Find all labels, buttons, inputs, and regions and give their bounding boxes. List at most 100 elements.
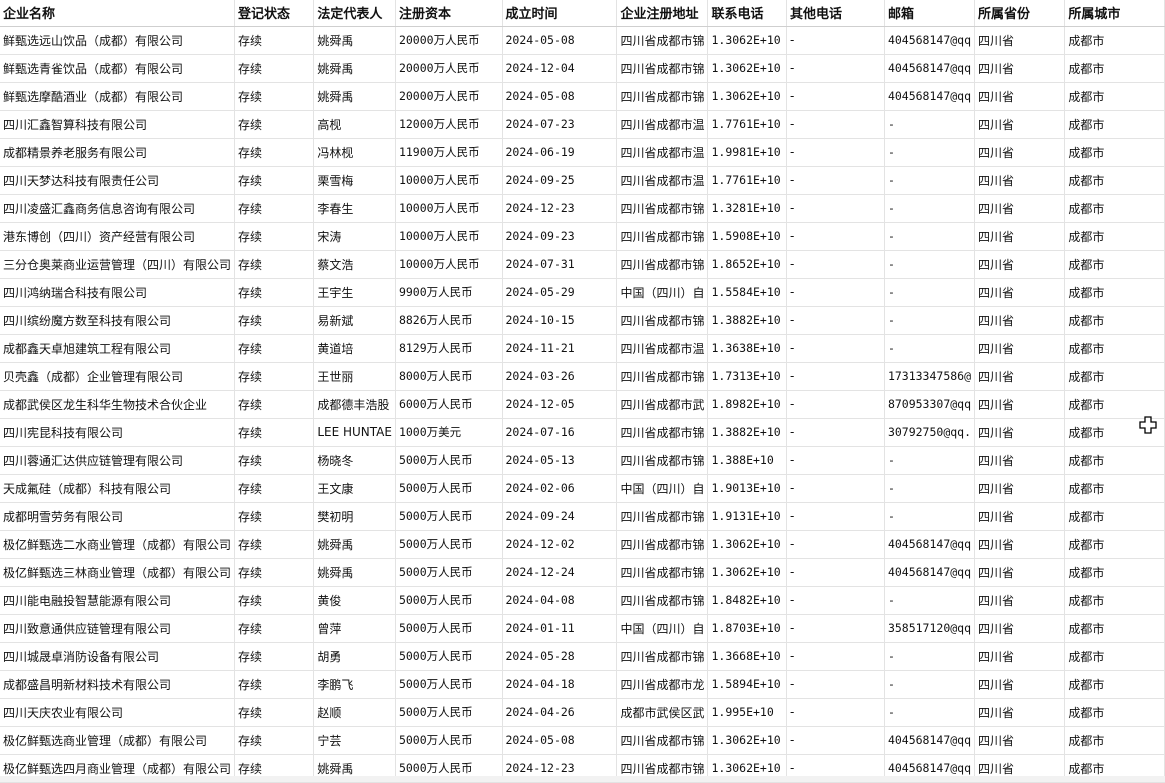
city-cell[interactable]: 成都市 [1064, 474, 1165, 503]
founded-date-cell[interactable]: 2024-05-29 [502, 278, 618, 307]
founded-date-cell[interactable]: 2024-12-02 [502, 530, 618, 559]
phone-cell[interactable]: 1.3882E+10 [707, 418, 788, 447]
email-cell[interactable]: 404568147@qq [884, 530, 976, 559]
company-name-cell[interactable]: 四川缤纷魔方数至科技有限公司 [0, 306, 236, 335]
capital-cell[interactable]: 10000万人民币 [395, 222, 503, 251]
company-name-cell[interactable]: 四川致意通供应链管理有限公司 [0, 614, 236, 643]
city-cell[interactable]: 成都市 [1064, 614, 1165, 643]
email-cell[interactable]: - [884, 110, 976, 139]
phone-cell[interactable]: 1.3062E+10 [707, 726, 788, 755]
column-header[interactable]: 邮箱 [884, 0, 976, 27]
capital-cell[interactable]: 5000万人民币 [395, 726, 503, 755]
province-cell[interactable]: 四川省 [974, 250, 1066, 279]
company-name-cell[interactable]: 四川凌盛汇鑫商务信息咨询有限公司 [0, 194, 236, 223]
phone-cell[interactable]: 1.8703E+10 [707, 614, 788, 643]
city-cell[interactable]: 成都市 [1064, 222, 1165, 251]
company-name-cell[interactable]: 极亿鲜甄选三林商业管理（成都）有限公司 [0, 558, 236, 587]
phone-cell[interactable]: 1.3668E+10 [707, 642, 788, 671]
other-phone-cell[interactable]: - [786, 82, 885, 111]
column-header[interactable]: 法定代表人 [313, 0, 396, 27]
city-cell[interactable]: 成都市 [1064, 558, 1165, 587]
other-phone-cell[interactable]: - [786, 726, 885, 755]
status-cell[interactable]: 存续 [234, 446, 315, 475]
column-header[interactable]: 联系电话 [707, 0, 788, 27]
founded-date-cell[interactable]: 2024-12-24 [502, 558, 618, 587]
legal-rep-cell[interactable]: LEE HUNTAE [313, 418, 396, 447]
address-cell[interactable]: 四川省成都市温 [616, 138, 709, 167]
city-cell[interactable]: 成都市 [1064, 166, 1165, 195]
legal-rep-cell[interactable]: 栗雪梅 [313, 166, 396, 195]
column-header[interactable]: 企业名称 [0, 0, 236, 27]
phone-cell[interactable]: 1.9981E+10 [707, 138, 788, 167]
legal-rep-cell[interactable]: 姚舜禹 [313, 558, 396, 587]
company-name-cell[interactable]: 四川城晟卓消防设备有限公司 [0, 642, 236, 671]
status-cell[interactable]: 存续 [234, 26, 315, 55]
other-phone-cell[interactable]: - [786, 418, 885, 447]
province-cell[interactable]: 四川省 [974, 194, 1066, 223]
legal-rep-cell[interactable]: 赵顺 [313, 698, 396, 727]
email-cell[interactable]: 404568147@qq [884, 54, 976, 83]
phone-cell[interactable]: 1.7761E+10 [707, 110, 788, 139]
other-phone-cell[interactable]: - [786, 138, 885, 167]
city-cell[interactable]: 成都市 [1064, 698, 1165, 727]
status-cell[interactable]: 存续 [234, 558, 315, 587]
capital-cell[interactable]: 10000万人民币 [395, 250, 503, 279]
city-cell[interactable]: 成都市 [1064, 82, 1165, 111]
other-phone-cell[interactable]: - [786, 110, 885, 139]
other-phone-cell[interactable]: - [786, 502, 885, 531]
province-cell[interactable]: 四川省 [974, 418, 1066, 447]
founded-date-cell[interactable]: 2024-12-04 [502, 54, 618, 83]
province-cell[interactable]: 四川省 [974, 502, 1066, 531]
address-cell[interactable]: 四川省成都市温 [616, 110, 709, 139]
capital-cell[interactable]: 5000万人民币 [395, 530, 503, 559]
other-phone-cell[interactable]: - [786, 642, 885, 671]
address-cell[interactable]: 四川省成都市锦 [616, 726, 709, 755]
column-header[interactable]: 成立时间 [502, 0, 618, 27]
phone-cell[interactable]: 1.8482E+10 [707, 586, 788, 615]
capital-cell[interactable]: 10000万人民币 [395, 194, 503, 223]
legal-rep-cell[interactable]: 王宇生 [313, 278, 396, 307]
capital-cell[interactable]: 20000万人民币 [395, 26, 503, 55]
phone-cell[interactable]: 1.7313E+10 [707, 362, 788, 391]
capital-cell[interactable]: 5000万人民币 [395, 558, 503, 587]
status-cell[interactable]: 存续 [234, 474, 315, 503]
founded-date-cell[interactable]: 2024-04-08 [502, 586, 618, 615]
company-name-cell[interactable]: 四川宪昆科技有限公司 [0, 418, 236, 447]
column-header[interactable]: 其他电话 [786, 0, 885, 27]
status-cell[interactable]: 存续 [234, 670, 315, 699]
status-cell[interactable]: 存续 [234, 306, 315, 335]
company-name-cell[interactable]: 四川天庆农业有限公司 [0, 698, 236, 727]
city-cell[interactable]: 成都市 [1064, 250, 1165, 279]
province-cell[interactable]: 四川省 [974, 362, 1066, 391]
city-cell[interactable]: 成都市 [1064, 306, 1165, 335]
column-header[interactable]: 登记状态 [234, 0, 315, 27]
legal-rep-cell[interactable]: 黄俊 [313, 586, 396, 615]
email-cell[interactable]: - [884, 250, 976, 279]
company-name-cell[interactable]: 成都鑫天卓旭建筑工程有限公司 [0, 334, 236, 363]
status-cell[interactable]: 存续 [234, 530, 315, 559]
phone-cell[interactable]: 1.3062E+10 [707, 26, 788, 55]
capital-cell[interactable]: 5000万人民币 [395, 614, 503, 643]
address-cell[interactable]: 四川省成都市武 [616, 390, 709, 419]
address-cell[interactable]: 中国（四川）自 [616, 278, 709, 307]
company-name-cell[interactable]: 四川汇鑫智算科技有限公司 [0, 110, 236, 139]
capital-cell[interactable]: 5000万人民币 [395, 502, 503, 531]
other-phone-cell[interactable]: - [786, 586, 885, 615]
address-cell[interactable]: 四川省成都市锦 [616, 502, 709, 531]
status-cell[interactable]: 存续 [234, 138, 315, 167]
status-cell[interactable]: 存续 [234, 278, 315, 307]
province-cell[interactable]: 四川省 [974, 446, 1066, 475]
email-cell[interactable]: 358517120@qq [884, 614, 976, 643]
province-cell[interactable]: 四川省 [974, 530, 1066, 559]
city-cell[interactable]: 成都市 [1064, 362, 1165, 391]
company-name-cell[interactable]: 成都明雪劳务有限公司 [0, 502, 236, 531]
address-cell[interactable]: 四川省成都市锦 [616, 530, 709, 559]
province-cell[interactable]: 四川省 [974, 54, 1066, 83]
founded-date-cell[interactable]: 2024-05-13 [502, 446, 618, 475]
city-cell[interactable]: 成都市 [1064, 194, 1165, 223]
email-cell[interactable]: - [884, 670, 976, 699]
email-cell[interactable]: - [884, 586, 976, 615]
company-name-cell[interactable]: 四川天梦达科技有限责任公司 [0, 166, 236, 195]
capital-cell[interactable]: 8826万人民币 [395, 306, 503, 335]
phone-cell[interactable]: 1.5908E+10 [707, 222, 788, 251]
